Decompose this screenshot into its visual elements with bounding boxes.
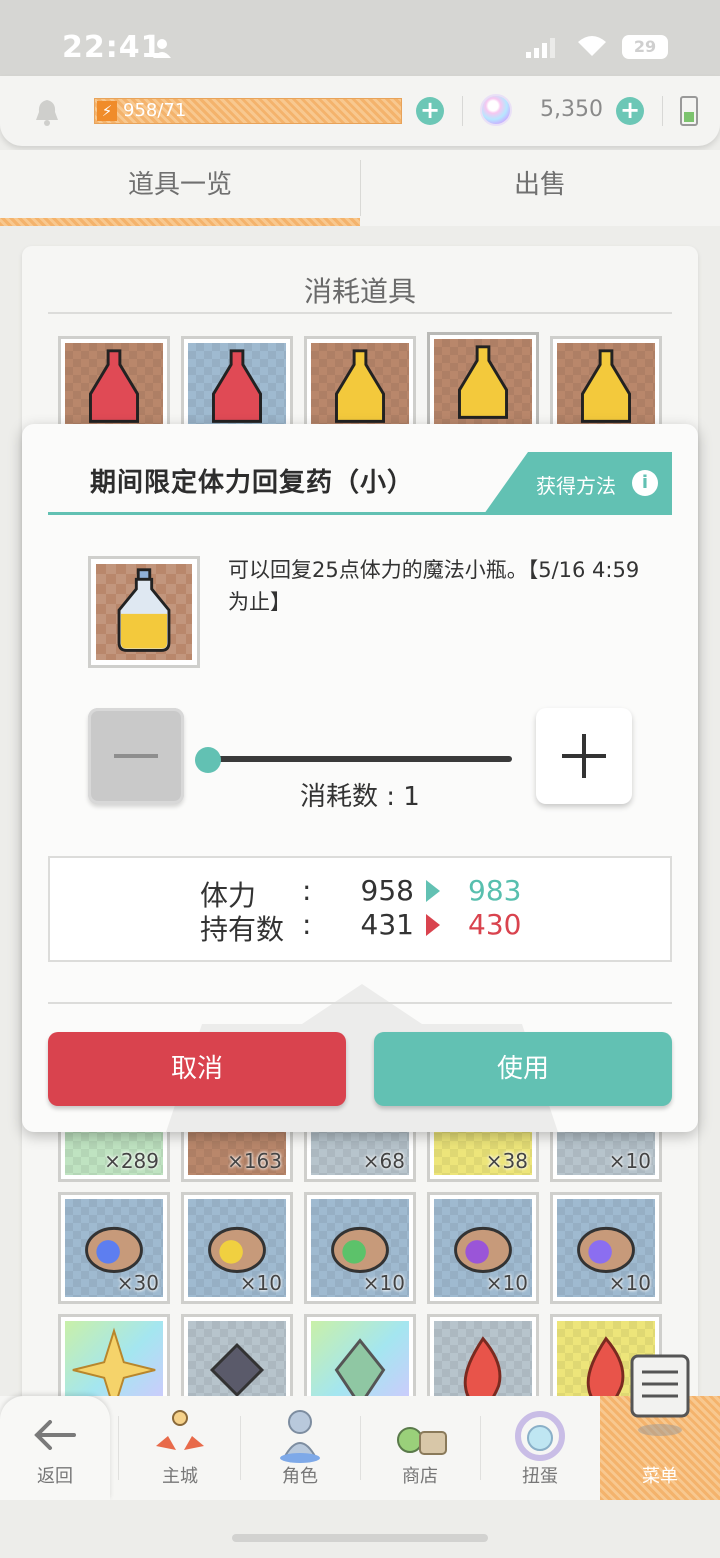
item-count: ×289 [104,1149,159,1173]
stamina-bar: ⚡ 958/71 [94,98,402,124]
tab-item-list[interactable]: 道具一览 [0,150,360,226]
tab-divider [360,160,361,216]
shop-icon [397,1427,447,1455]
character-icon [280,1410,320,1463]
menu-icon [630,1354,690,1436]
yellow-potion-icon [117,568,171,652]
divider [462,96,463,126]
nav-label: 商店 [402,1466,438,1487]
stat-colon: : [302,908,312,941]
yellow-potion-icon [458,345,508,419]
item-slot-violet-lantern[interactable]: ×10 [550,1192,662,1304]
nav-item-shop[interactable]: 商店 [360,1396,480,1500]
consume-count-label: 消耗数 : 1 [300,782,420,812]
active-tab-indicator [0,218,360,226]
item-count: ×10 [362,1271,405,1295]
item-count: ×10 [608,1149,651,1173]
nav-item-castle[interactable]: 主城 [120,1396,240,1500]
item-count: ×30 [116,1271,159,1295]
device-battery-icon [680,96,698,126]
stats-preview: 体力 : 958 983 持有数 : 431 430 [48,856,672,962]
back-label: 返回 [37,1466,73,1487]
nav-label: 扭蛋 [522,1466,558,1487]
item-count: ×38 [485,1149,528,1173]
bottom-navigation: 返回 主城 角色 商店 扭蛋 菜单 [0,1354,720,1500]
stat-row-stamina: 体力 : 958 983 [50,874,674,912]
lightning-icon: ⚡ [97,101,117,121]
item-count: ×10 [239,1271,282,1295]
item-icon-frame [88,556,200,668]
item-slot-purple-lantern[interactable]: ×10 [427,1192,539,1304]
arrow-right-icon [426,880,440,902]
stat-current: 958 [360,874,414,907]
nav-label: 主城 [162,1466,198,1487]
add-gems-button[interactable]: + [616,97,644,125]
item-slot-green-lantern[interactable]: ×10 [304,1192,416,1304]
nav-divider [118,1416,119,1480]
item-count: ×10 [608,1271,651,1295]
home-indicator[interactable] [232,1534,488,1542]
nav-item-character[interactable]: 角色 [240,1396,360,1500]
use-item-dialog: 期间限定体力回复药（小） 获得方法 i 可以回复25点体力的魔法小瓶。【5/16… [22,424,698,1132]
gacha-icon [515,1411,565,1461]
user-icon [153,39,171,58]
cancel-button[interactable]: 取消 [48,1032,346,1106]
decrease-button[interactable] [88,708,184,804]
increase-button[interactable] [536,708,632,804]
castle-icon [156,1410,204,1450]
stamina-value: 958/71 [123,100,187,121]
stat-result: 430 [468,908,522,941]
nav-label: 菜单 [642,1466,678,1487]
arrow-left-icon [34,1420,76,1450]
nav-item-gacha[interactable]: 扭蛋 [480,1396,600,1500]
divider [662,96,663,126]
obtain-method-label: 获得方法 [536,474,616,498]
stat-colon: : [302,874,312,907]
slider-handle[interactable] [195,747,221,773]
add-stamina-button[interactable]: + [416,97,444,125]
section-title: 消耗道具 [303,275,416,308]
signal-icon [526,38,555,58]
home-indicator-area [0,1500,720,1558]
gem-count: 5,350 [540,97,603,122]
wifi-icon [578,36,606,56]
dialog-title: 期间限定体力回复药（小） [90,468,415,498]
item-slot-blue-lantern[interactable]: ×30 [58,1192,170,1304]
back-button[interactable]: 返回 [0,1396,110,1500]
status-time: 22:41 [62,30,163,65]
stat-row-owned: 持有数 : 431 430 [50,908,674,946]
nav-label: 角色 [282,1466,318,1487]
arrow-right-icon [426,914,440,936]
section-divider [48,312,672,314]
obtain-method-button[interactable]: 获得方法 i [484,452,672,514]
item-description: 可以回复25点体力的魔法小瓶。【5/16 4:59 为止】 [228,558,640,614]
item-count: ×68 [362,1149,405,1173]
info-icon: i [632,470,658,496]
item-count: ×10 [485,1271,528,1295]
battery-indicator: 29 [622,35,668,59]
bell-icon[interactable] [34,98,60,126]
stat-current: 431 [360,908,414,941]
dialog-divider [48,1002,672,1004]
tab-sell[interactable]: 出售 [360,150,720,226]
gem-icon [480,94,512,126]
item-count: ×163 [227,1149,282,1173]
nav-item-menu[interactable]: 菜单 [600,1354,720,1500]
stat-label: 持有数 [200,913,285,946]
stat-result: 983 [468,874,522,907]
resource-bar: ⚡ 958/71 + 5,350 + [0,76,720,146]
use-button[interactable]: 使用 [374,1032,672,1106]
item-slot-yellow-lantern[interactable]: ×10 [181,1192,293,1304]
quantity-slider[interactable] [208,756,512,762]
